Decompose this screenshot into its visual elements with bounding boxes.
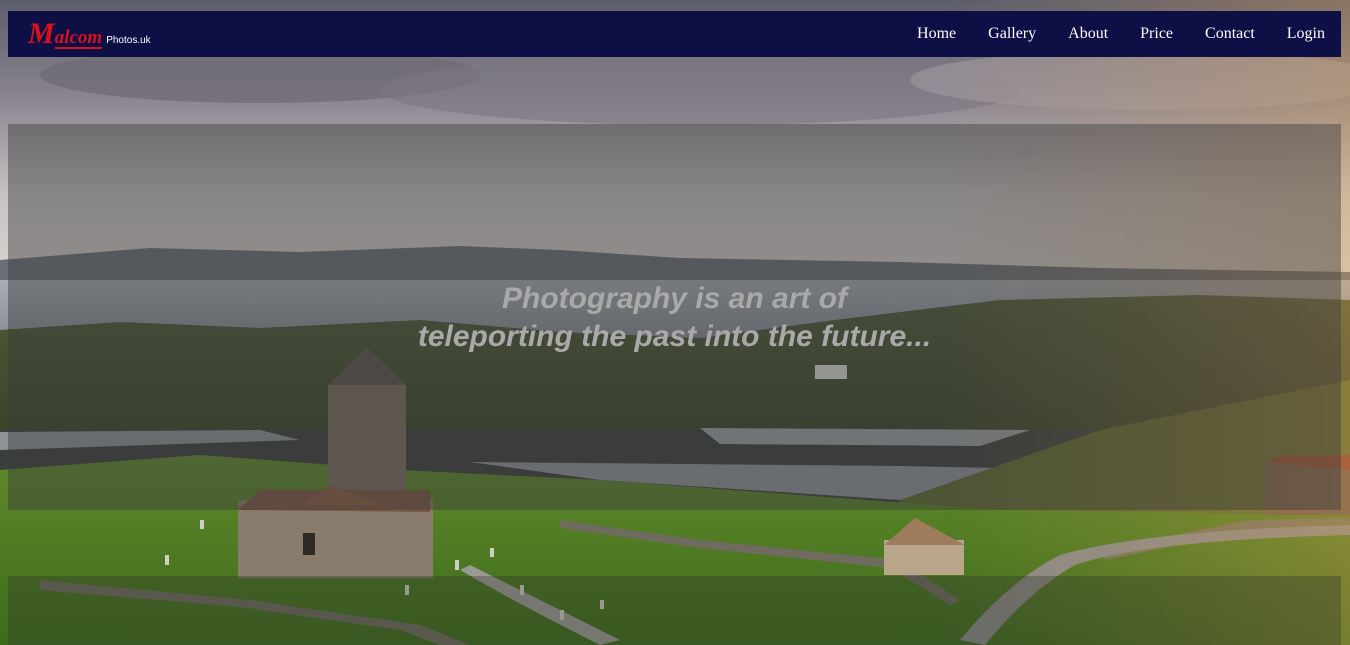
hero-quote-line-2: teleporting the past into the future... bbox=[417, 320, 932, 353]
footer-overlay bbox=[8, 576, 1341, 645]
page: M alcom Photos.uk Home Gallery About Pri… bbox=[0, 0, 1350, 645]
hero-quote: Photography is an art of teleporting the… bbox=[8, 280, 1341, 356]
nav-contact[interactable]: Contact bbox=[1205, 25, 1255, 43]
brand-initial: M bbox=[28, 17, 55, 50]
brand-name: alcom bbox=[54, 27, 103, 49]
nav-gallery[interactable]: Gallery bbox=[988, 25, 1036, 43]
navbar: M alcom Photos.uk Home Gallery About Pri… bbox=[8, 11, 1341, 57]
nav-home[interactable]: Home bbox=[917, 25, 956, 43]
nav-price[interactable]: Price bbox=[1140, 25, 1173, 43]
brand-logo[interactable]: M alcom Photos.uk bbox=[28, 19, 151, 49]
hero-quote-line-1: Photography is an art of bbox=[501, 282, 848, 315]
nav-links: Home Gallery About Price Contact Login bbox=[885, 25, 1325, 43]
nav-login[interactable]: Login bbox=[1287, 25, 1325, 43]
nav-about[interactable]: About bbox=[1068, 25, 1108, 43]
brand-domain: Photos.uk bbox=[106, 35, 151, 46]
